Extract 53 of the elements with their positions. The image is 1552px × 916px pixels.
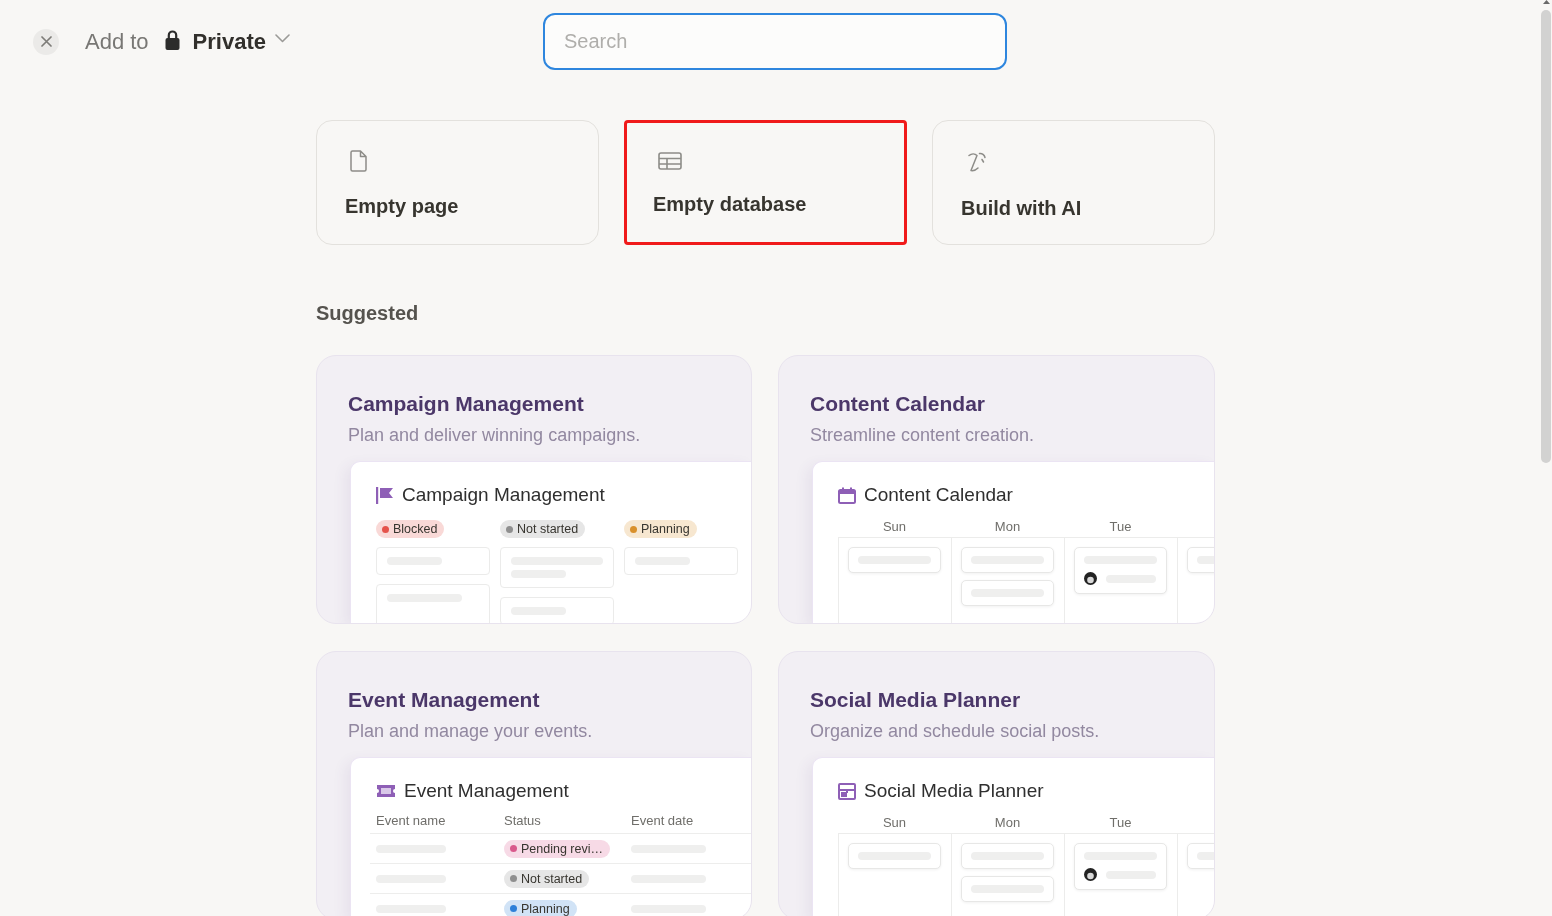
column-header: Status bbox=[504, 813, 541, 829]
template-title: Social Media Planner bbox=[810, 687, 1021, 713]
section-heading: Suggested bbox=[316, 301, 419, 325]
chevron-down-icon bbox=[275, 34, 290, 43]
squiggle-icon bbox=[966, 150, 988, 174]
day-label: Mon bbox=[994, 815, 1021, 830]
day-label: Tue bbox=[1109, 815, 1132, 830]
column-header: Event name bbox=[376, 813, 446, 829]
preview-title: Content Calendar bbox=[864, 484, 1013, 506]
scrollbar-thumb[interactable] bbox=[1541, 10, 1551, 463]
status-label: Blocked bbox=[393, 521, 438, 537]
template-title: Content Calendar bbox=[810, 391, 985, 417]
status-label: Planning bbox=[521, 900, 570, 916]
template-option-card[interactable]: Empty database bbox=[624, 120, 907, 245]
template-option-card[interactable]: Empty page bbox=[316, 120, 599, 245]
location-dropdown[interactable]: Private bbox=[164, 28, 290, 55]
day-label: Sun bbox=[882, 519, 907, 534]
ticket-icon bbox=[376, 784, 396, 798]
template-description: Organize and schedule social posts. bbox=[810, 720, 1100, 742]
add-to-label: Add to bbox=[85, 28, 149, 55]
template-description: Plan and manage your events. bbox=[348, 720, 593, 742]
flag-icon bbox=[376, 486, 394, 504]
status-label: Not started bbox=[517, 521, 579, 537]
preview-title: Campaign Management bbox=[402, 484, 605, 506]
preview-title: Event Management bbox=[404, 780, 569, 802]
preview-title: Social Media Planner bbox=[864, 780, 1044, 802]
close-icon bbox=[40, 36, 52, 47]
day-label: Mon bbox=[994, 519, 1021, 534]
template-title: Event Management bbox=[348, 687, 540, 713]
template-card[interactable]: Social Media Planner Organize and schedule social posts. Social Media Planner Sun Mon Tue bbox=[778, 651, 1215, 916]
status-label: Planning bbox=[641, 521, 690, 537]
lock-icon bbox=[164, 29, 180, 50]
template-description: Streamline content creation. bbox=[810, 424, 1035, 446]
layout-icon bbox=[838, 782, 856, 800]
table-icon bbox=[658, 152, 682, 170]
avatar-icon bbox=[1084, 868, 1097, 881]
template-card[interactable]: Event Management Plan and manage your events. Event Management Event name Status Event date Pending revi… Not started Planning bbox=[316, 651, 752, 916]
template-title: Campaign Management bbox=[348, 391, 584, 417]
template-card[interactable]: Campaign Management Plan and deliver winning campaigns. Campaign Management Blocked Not started Planning bbox=[316, 355, 752, 624]
close-button[interactable] bbox=[33, 28, 59, 55]
status-label: Pending revi… bbox=[521, 840, 603, 857]
calendar-icon bbox=[838, 486, 856, 504]
template-card[interactable]: Content Calendar Streamline content creation. Content Calendar Sun Mon Tue bbox=[778, 355, 1215, 624]
day-label: Tue bbox=[1109, 519, 1132, 534]
column-header: Event date bbox=[631, 813, 694, 829]
document-icon bbox=[350, 150, 367, 172]
template-option-card[interactable]: Build with AI bbox=[932, 120, 1215, 245]
status-label: Not started bbox=[521, 870, 583, 887]
day-label: Sun bbox=[882, 815, 907, 830]
template-description: Plan and deliver winning campaigns. bbox=[348, 424, 641, 446]
avatar-icon bbox=[1084, 572, 1097, 585]
scroll-up-arrow-icon[interactable] bbox=[1542, 0, 1550, 4]
search-field[interactable]: Search bbox=[543, 13, 1007, 70]
